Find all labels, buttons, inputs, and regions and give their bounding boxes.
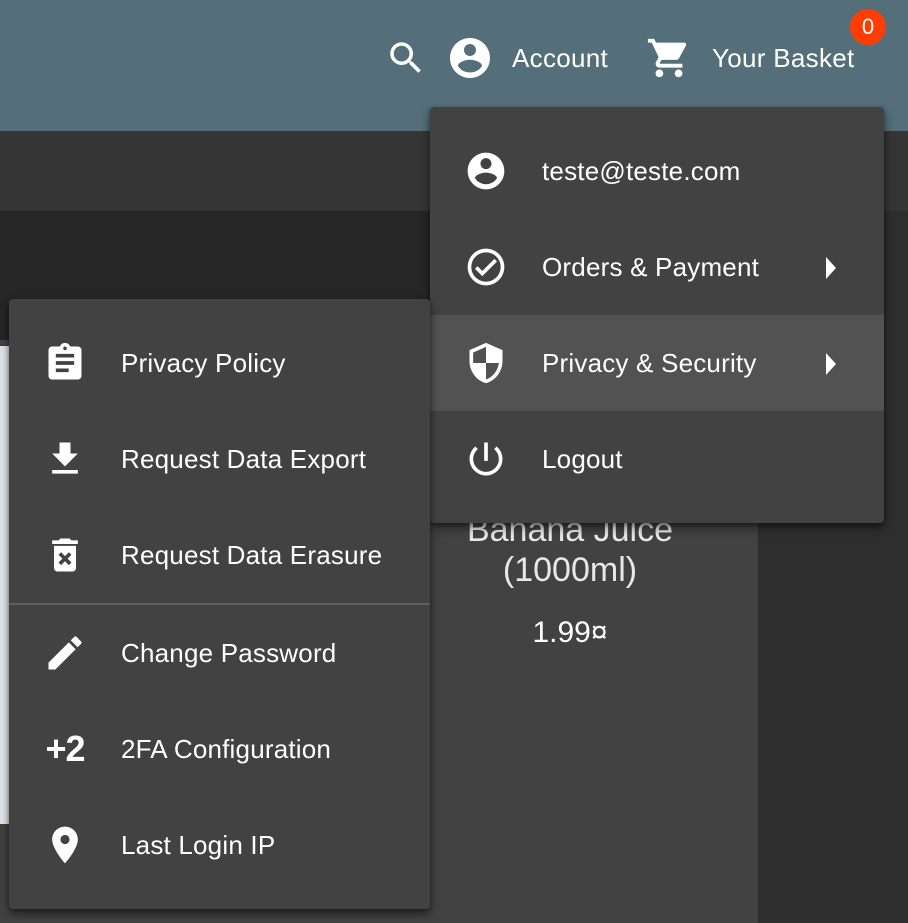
check-circle-icon xyxy=(464,245,508,289)
privacy-menu-item-last-login[interactable]: Last Login IP xyxy=(9,797,430,893)
download-icon xyxy=(43,437,87,481)
basket-count-badge: 0 xyxy=(850,9,886,45)
privacy-security-submenu: Privacy Policy Request Data Export Reque… xyxy=(9,299,430,909)
privacy-menu-item-2fa[interactable]: +2 2FA Configuration xyxy=(9,701,430,797)
power-icon xyxy=(464,437,508,481)
privacy-menu-item-export[interactable]: Request Data Export xyxy=(9,411,430,507)
location-pin-icon xyxy=(43,823,87,867)
account-email-label: teste@teste.com xyxy=(542,155,741,186)
privacy-security-label: Privacy & Security xyxy=(542,347,757,378)
privacy-menu-item-erasure[interactable]: Request Data Erasure xyxy=(9,507,430,603)
request-data-export-label: Request Data Export xyxy=(121,443,367,474)
account-menu-item-privacy[interactable]: Privacy & Security xyxy=(430,315,884,411)
delete-icon xyxy=(43,533,87,577)
basket-label: Your Basket xyxy=(712,42,855,73)
chevron-right-icon xyxy=(824,353,838,375)
2fa-configuration-label: 2FA Configuration xyxy=(121,733,332,764)
privacy-policy-label: Privacy Policy xyxy=(121,347,286,378)
privacy-menu-item-password[interactable]: Change Password xyxy=(9,605,430,701)
logout-label: Logout xyxy=(542,443,623,474)
account-menu-item-email[interactable]: teste@teste.com xyxy=(430,123,884,219)
account-menu-item-logout[interactable]: Logout xyxy=(430,411,884,507)
shield-icon xyxy=(464,341,508,385)
last-login-ip-label: Last Login IP xyxy=(121,829,276,860)
account-circle-icon xyxy=(446,34,494,82)
product-info: Banana Juice (1000ml) 1.99¤ xyxy=(430,510,710,650)
product-price: 1.99¤ xyxy=(532,616,608,649)
pencil-icon xyxy=(43,631,87,675)
plus-two-icon: +2 xyxy=(45,728,85,769)
account-menu: teste@teste.com Orders & Payment Privacy… xyxy=(430,107,884,523)
account-label: Account xyxy=(512,42,609,73)
orders-payment-label: Orders & Payment xyxy=(542,251,760,282)
request-data-erasure-label: Request Data Erasure xyxy=(121,539,383,570)
privacy-menu-item-policy[interactable]: Privacy Policy xyxy=(9,315,430,411)
product-name-line2: (1000ml) xyxy=(502,551,638,589)
account-circle-icon xyxy=(464,149,508,193)
account-button[interactable]: Account xyxy=(446,36,608,80)
change-password-label: Change Password xyxy=(121,637,337,668)
account-menu-item-orders[interactable]: Orders & Payment xyxy=(430,219,884,315)
chevron-right-icon xyxy=(824,257,838,279)
search-button[interactable] xyxy=(384,36,428,80)
clipboard-icon xyxy=(43,341,87,385)
cart-icon xyxy=(646,35,692,81)
basket-button[interactable]: Your Basket xyxy=(646,36,855,80)
search-icon xyxy=(385,37,427,79)
